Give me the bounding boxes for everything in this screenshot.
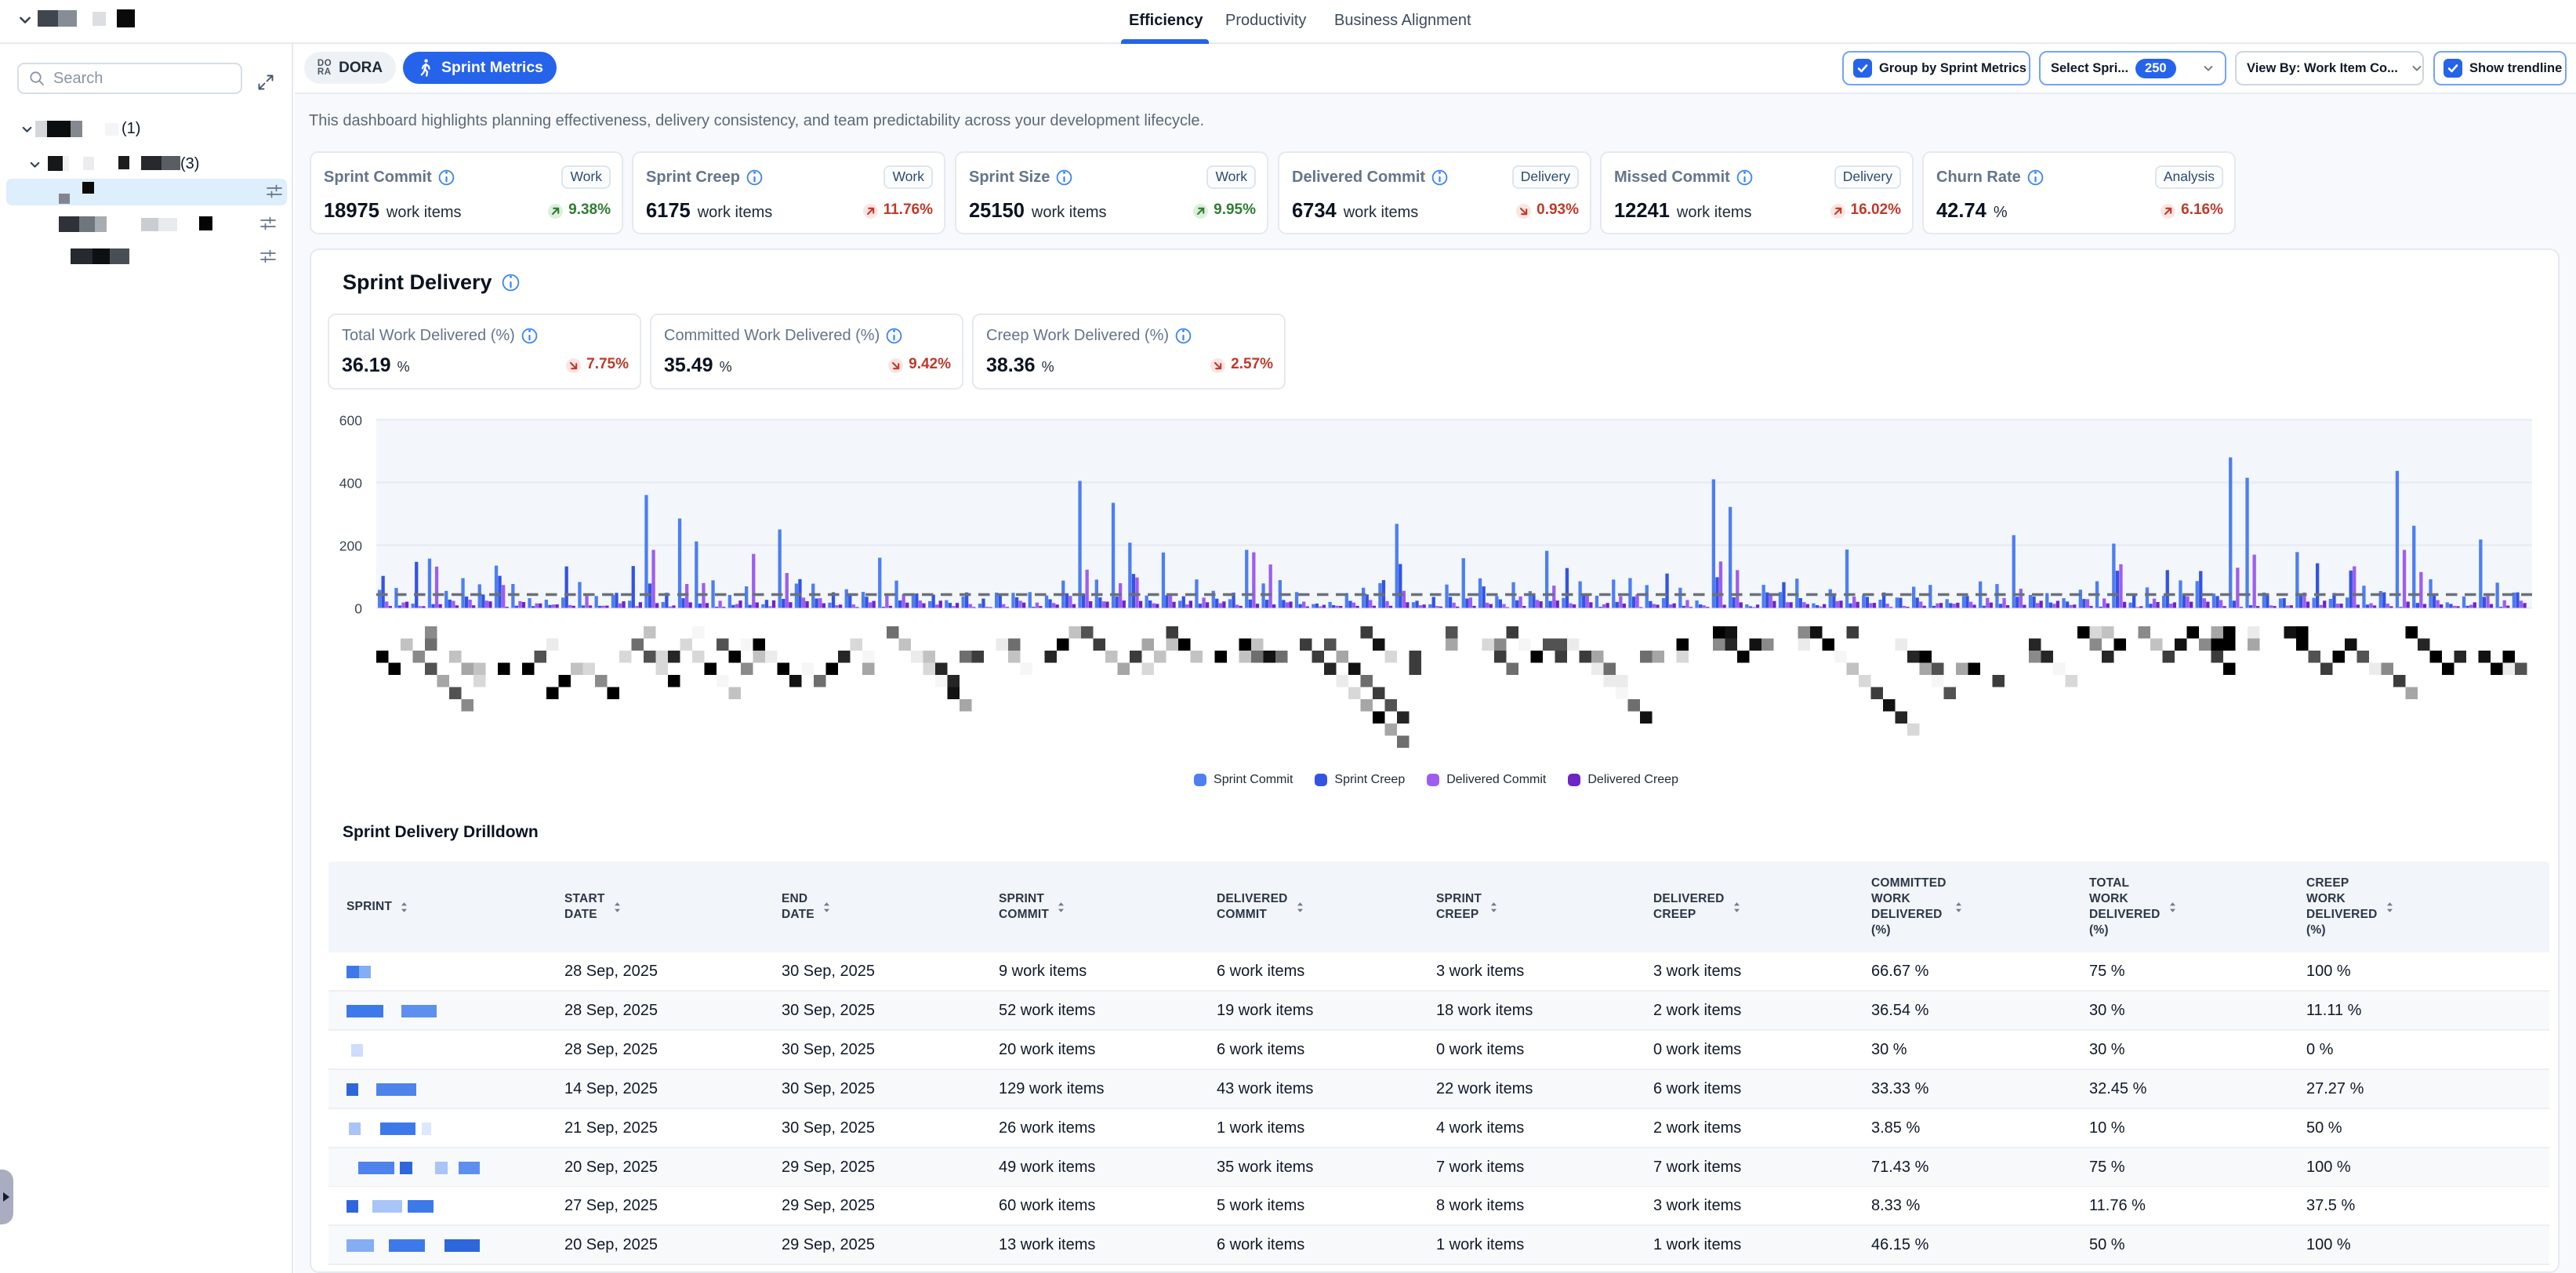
svg-text:200: 200 <box>339 539 362 554</box>
svg-text:0: 0 <box>354 601 362 617</box>
svg-text:600: 600 <box>339 413 362 429</box>
svg-text:400: 400 <box>339 476 362 491</box>
